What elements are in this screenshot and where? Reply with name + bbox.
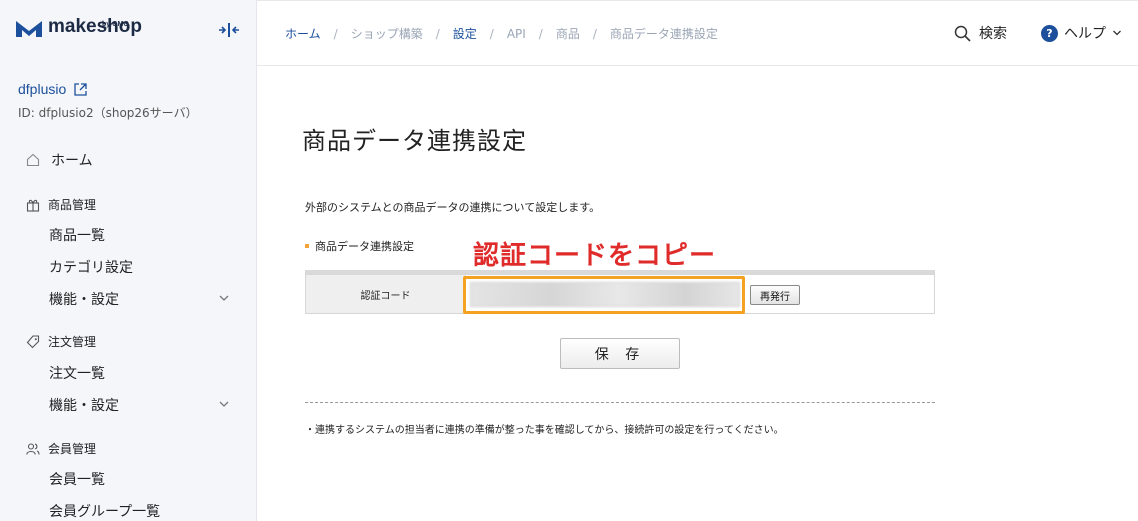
shop-name: dfplusio — [18, 81, 67, 97]
users-icon — [26, 442, 40, 455]
gift-icon — [26, 199, 40, 212]
sidebar: makeshop by GMO dfplusio ID: dfplusio2（s… — [0, 0, 257, 521]
help-menu[interactable]: ? ヘルプ — [1041, 23, 1122, 43]
reissue-button[interactable]: 再発行 — [750, 285, 800, 305]
section-heading-label: 商品データ連携設定 — [315, 240, 414, 253]
help-label: ヘルプ — [1064, 26, 1106, 42]
sidebar-section-orders: 注文管理 — [26, 333, 96, 350]
heading-marker — [305, 244, 309, 248]
shop-name-link[interactable]: dfplusio — [18, 81, 87, 97]
sidebar-item-member-group-list[interactable]: 会員グループ一覧 — [49, 501, 160, 521]
section-heading: 商品データ連携設定 — [305, 238, 414, 254]
sidebar-item-order-list[interactable]: 注文一覧 — [49, 363, 105, 383]
sidebar-item-category-settings[interactable]: カテゴリ設定 — [49, 257, 133, 277]
copy-instruction-annotation: 認証コードをコピー — [473, 241, 717, 271]
collapse-sidebar-icon[interactable] — [218, 22, 240, 38]
page-title: 商品データ連携設定 — [302, 127, 527, 155]
shop-id: ID: dfplusio2（shop26サーバ） — [18, 106, 198, 120]
breadcrumb-separator: / — [333, 26, 338, 41]
breadcrumb-home[interactable]: ホーム — [285, 25, 321, 42]
chevron-down-icon[interactable] — [218, 398, 230, 410]
breadcrumb-current: 商品データ連携設定 — [609, 27, 718, 41]
sidebar-item-label: ホーム — [51, 153, 93, 169]
top-bar: ホーム / ショップ構築 / 設定 / API / 商品 / 商品データ連携設定… — [257, 0, 1138, 66]
sidebar-item-order-functions[interactable]: 機能・設定 — [49, 395, 119, 415]
help-icon: ? — [1041, 24, 1058, 42]
chevron-down-icon — [1113, 30, 1121, 36]
breadcrumb-settings[interactable]: 設定 — [453, 25, 477, 42]
sidebar-section-label: 会員管理 — [48, 442, 97, 456]
search-label: 検索 — [979, 26, 1007, 42]
search-button[interactable]: 検索 — [954, 23, 1007, 43]
sidebar-section-label: 注文管理 — [48, 335, 97, 349]
sidebar-section-products: 商品管理 — [26, 196, 96, 213]
sidebar-item-product-list[interactable]: 商品一覧 — [49, 225, 105, 245]
notice-text: ・連携するシステムの担当者に連携の準備が整った事を確認してから、接続許可の設定を… — [305, 425, 784, 436]
breadcrumb-shop-build[interactable]: ショップ構築 — [351, 25, 423, 42]
sidebar-section-label: 商品管理 — [48, 198, 97, 212]
breadcrumb-separator: / — [538, 26, 543, 41]
page-description: 外部のシステムとの商品データの連携について設定します。 — [305, 201, 601, 214]
search-icon — [954, 25, 971, 42]
breadcrumb-product[interactable]: 商品 — [556, 25, 580, 42]
auth-code-label: 認証コード — [306, 275, 466, 313]
external-link-icon — [74, 82, 87, 96]
breadcrumb: ホーム / ショップ構築 / 設定 / API / 商品 / 商品データ連携設定 — [285, 25, 718, 42]
sidebar-item-home[interactable]: ホーム — [26, 150, 93, 170]
makeshop-logo-icon — [16, 21, 42, 37]
home-icon — [26, 153, 40, 167]
breadcrumb-separator: / — [435, 26, 440, 41]
save-button[interactable]: 保 存 — [560, 338, 680, 369]
chevron-down-icon[interactable] — [218, 292, 230, 304]
brand-sub: by GMO — [102, 21, 129, 28]
tag-icon — [26, 334, 40, 348]
sidebar-item-product-functions[interactable]: 機能・設定 — [49, 289, 119, 309]
breadcrumb-separator: / — [489, 26, 494, 41]
sidebar-item-member-list[interactable]: 会員一覧 — [49, 469, 105, 489]
breadcrumb-api[interactable]: API — [507, 27, 526, 41]
divider — [305, 402, 935, 403]
breadcrumb-separator: / — [592, 26, 597, 41]
sidebar-section-members: 会員管理 — [26, 440, 96, 457]
auth-code-field[interactable] — [470, 282, 740, 307]
